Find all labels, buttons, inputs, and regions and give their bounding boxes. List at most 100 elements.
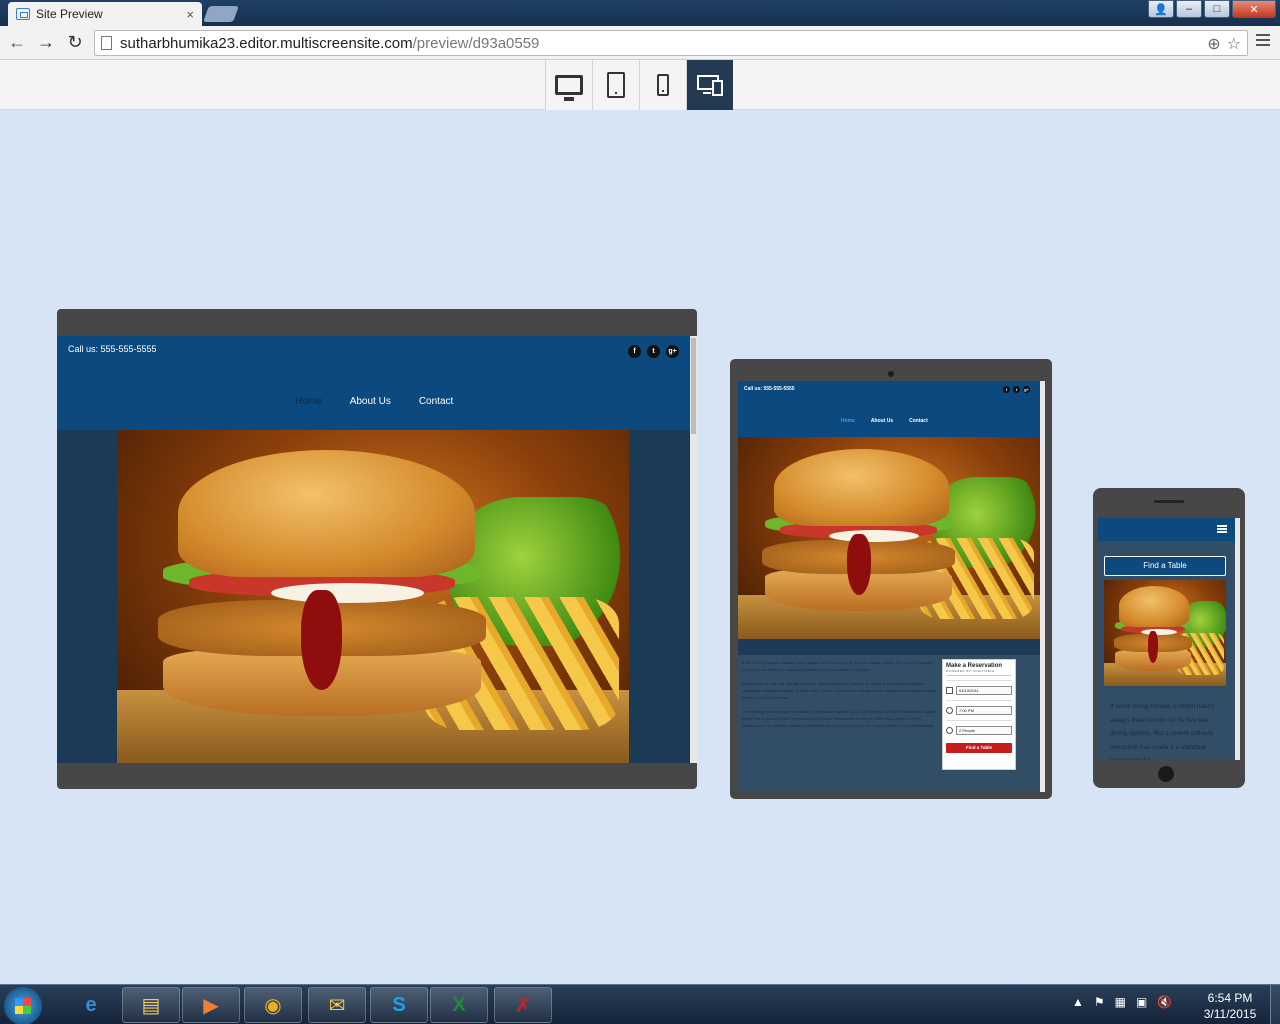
- show-desktop-button[interactable]: [1270, 985, 1280, 1024]
- all-devices-view-button[interactable]: [686, 60, 733, 110]
- chrome-menu-icon[interactable]: [1256, 34, 1270, 46]
- taskbar-excel-button[interactable]: X: [430, 987, 488, 1023]
- tablet-paragraph-3: The rankings we used were the National R…: [742, 709, 937, 728]
- preview-device-bar: [0, 60, 1280, 110]
- chrome-icon: ◉: [264, 994, 282, 1017]
- tablet-site-header: Call us: 555-555-5555 f t g+ Home About …: [738, 381, 1040, 437]
- desktop-preview-screen: Call us: 555-555-5555 f t g+ Home About …: [57, 336, 697, 763]
- hamburger-menu-icon[interactable]: [1217, 525, 1227, 533]
- tablet-twitter-icon[interactable]: t: [1013, 386, 1020, 393]
- close-button[interactable]: ✕: [1232, 0, 1276, 18]
- phone-burger-image: [1104, 580, 1226, 686]
- start-button[interactable]: [4, 987, 42, 1024]
- tablet-icon: [607, 72, 625, 98]
- phone-preview-screen: Find a Table If we're being honest, Lond…: [1098, 518, 1240, 760]
- site-preview-favicon-icon: [16, 8, 30, 20]
- site-header: Call us: 555-555-5555 f t g+: [57, 336, 690, 380]
- action-center-flag-icon[interactable]: ⚑: [1094, 995, 1105, 1009]
- tablet-scrollbar[interactable]: [1040, 381, 1045, 792]
- paint-app-icon: ✗: [514, 994, 532, 1017]
- show-hidden-icons-icon[interactable]: ▲: [1072, 995, 1084, 1009]
- maximize-button[interactable]: □: [1204, 0, 1230, 18]
- tablet-view-button[interactable]: [592, 60, 639, 110]
- desktop-view-button[interactable]: [545, 60, 592, 110]
- multi-device-icon: [695, 73, 725, 97]
- phone-scrollbar[interactable]: [1235, 518, 1240, 760]
- network-icon[interactable]: ▣: [1136, 995, 1147, 1009]
- forward-arrow-icon[interactable]: →: [35, 32, 57, 53]
- clock-icon: [946, 707, 953, 714]
- facebook-icon[interactable]: f: [628, 345, 641, 358]
- taskbar-file-explorer-button[interactable]: ▤: [122, 987, 180, 1023]
- site-phone: Call us: 555-555-5555: [68, 344, 157, 354]
- tray-app-icon[interactable]: ▦: [1115, 995, 1126, 1009]
- tablet-paragraph-2: We've come up with the ultimate list of …: [742, 681, 936, 700]
- tablet-site-phone: Call us: 555-555-5555: [744, 386, 795, 392]
- nav-home[interactable]: Home: [295, 396, 322, 407]
- outlook-icon: ✉: [328, 994, 346, 1017]
- twitter-icon[interactable]: t: [647, 345, 660, 358]
- person-icon: [946, 727, 953, 734]
- tab-title: Site Preview: [36, 7, 103, 21]
- windows-taskbar: e ▤ ▶ ◉ ✉ S X ✗ ▲ ⚑ ▦ ▣ 🔇 6:54 PM 3/11/2015: [0, 984, 1280, 1024]
- mobile-view-button[interactable]: [639, 60, 686, 110]
- url-path: /preview/d93a0559: [412, 34, 540, 52]
- social-icons: f t g+: [628, 345, 679, 358]
- zoom-icon[interactable]: ⊕: [1207, 34, 1220, 54]
- taskbar-paint-app-button[interactable]: ✗: [494, 987, 552, 1023]
- tablet-facebook-icon[interactable]: f: [1003, 386, 1010, 393]
- taskbar-outlook-button[interactable]: ✉: [308, 987, 366, 1023]
- burger-hero-image: [117, 430, 629, 763]
- phone-find-table-button[interactable]: Find a Table: [1104, 556, 1226, 576]
- reload-icon[interactable]: ↻: [64, 32, 86, 53]
- phone-site-header: [1098, 518, 1235, 541]
- find-table-button[interactable]: Find a Table: [946, 743, 1012, 753]
- tablet-nav-home[interactable]: Home: [841, 418, 855, 424]
- tab-close-icon[interactable]: ×: [186, 7, 194, 22]
- tablet-google-plus-icon[interactable]: g+: [1023, 386, 1030, 393]
- new-tab-button[interactable]: [203, 6, 239, 22]
- window-controls: 👤 – □ ✕: [1148, 0, 1276, 18]
- internet-explorer-icon: e: [85, 993, 97, 1016]
- tablet-preview-screen: Call us: 555-555-5555 f t g+ Home About …: [738, 381, 1045, 792]
- clock-date: 3/11/2015: [1203, 1007, 1257, 1021]
- google-plus-icon[interactable]: g+: [666, 345, 679, 358]
- reservation-time-select[interactable]: 7:00 PM: [956, 706, 1012, 715]
- nav-contact[interactable]: Contact: [419, 396, 453, 407]
- skype-icon: S: [392, 993, 406, 1016]
- media-player-icon: ▶: [203, 994, 219, 1017]
- desktop-preview-frame: Call us: 555-555-5555 f t g+ Home About …: [57, 309, 697, 789]
- desktop-scrollbar[interactable]: [690, 336, 697, 763]
- back-arrow-icon[interactable]: ←: [6, 32, 28, 53]
- phone-home-button: [1158, 766, 1174, 782]
- reservation-party-select[interactable]: 2 People: [956, 726, 1012, 735]
- reservation-date-select[interactable]: 04/13/2011: [956, 686, 1012, 695]
- tablet-preview-frame: Call us: 555-555-5555 f t g+ Home About …: [730, 359, 1052, 799]
- tablet-body-text: If we're being honest, London hasn't alw…: [742, 659, 938, 736]
- minimize-button[interactable]: –: [1176, 0, 1202, 18]
- nav-about-us[interactable]: About Us: [350, 396, 391, 407]
- volume-muted-icon[interactable]: 🔇: [1157, 995, 1172, 1009]
- taskbar-skype-button[interactable]: S: [370, 987, 428, 1023]
- system-tray: ▲ ⚑ ▦ ▣ 🔇: [1072, 995, 1172, 1009]
- browser-tab[interactable]: Site Preview ×: [8, 2, 202, 26]
- taskbar-internet-explorer-button[interactable]: e: [62, 987, 120, 1023]
- bookmark-star-icon[interactable]: ☆: [1227, 34, 1241, 54]
- phone-preview-frame: Find a Table If we're being honest, Lond…: [1093, 488, 1245, 788]
- browser-title-bar: Site Preview × 👤 – □ ✕: [0, 0, 1280, 26]
- taskbar-chrome-button[interactable]: ◉: [244, 987, 302, 1023]
- tablet-camera: [888, 371, 894, 377]
- page-icon: [101, 36, 112, 50]
- file-explorer-icon: ▤: [141, 994, 161, 1017]
- tablet-nav-about-us[interactable]: About Us: [871, 418, 893, 424]
- taskbar-media-player-button[interactable]: ▶: [182, 987, 240, 1023]
- phone-body-text: If we're being honest, London hasn't alw…: [1110, 703, 1215, 760]
- excel-icon: X: [452, 993, 466, 1016]
- reservation-subtitle: POWERED BY OPENTABLE: [946, 669, 1012, 676]
- desktop-icon: [555, 75, 583, 101]
- user-icon[interactable]: 👤: [1148, 0, 1174, 18]
- clock-time: 6:54 PM: [1207, 991, 1253, 1005]
- taskbar-clock[interactable]: 6:54 PM 3/11/2015: [1196, 990, 1264, 1022]
- address-bar[interactable]: sutharbhumika23.editor.multiscreensite.c…: [94, 30, 1248, 56]
- tablet-nav-contact[interactable]: Contact: [909, 418, 928, 424]
